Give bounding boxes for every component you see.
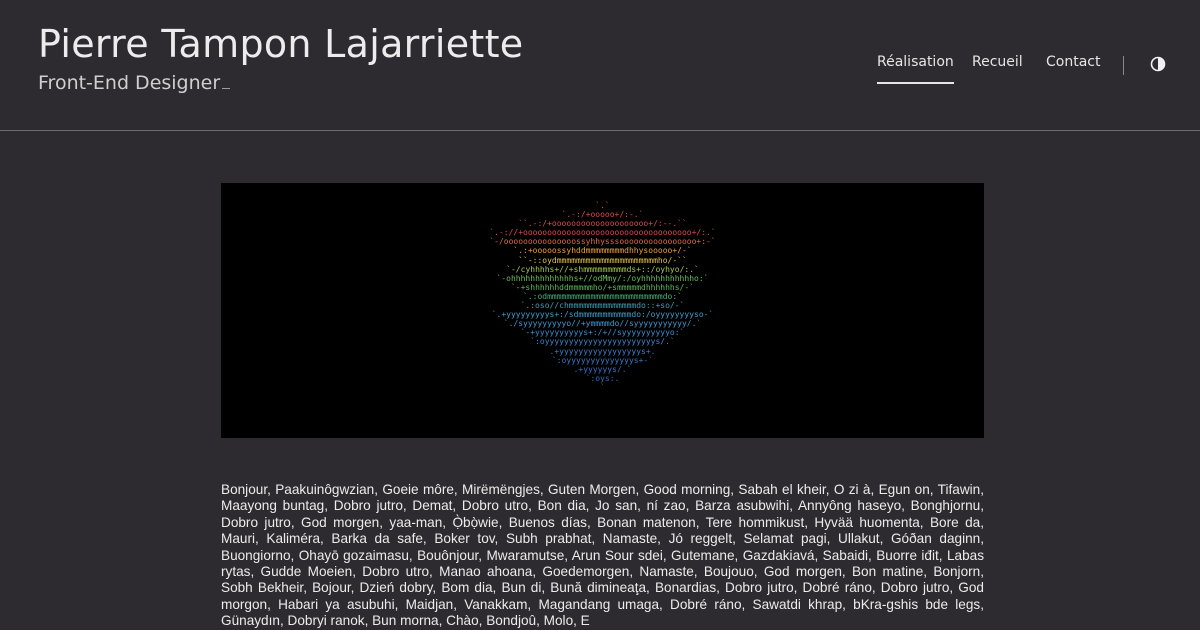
- ascii-line: `-ohhhhhhhhhhhhhs+//odMmy/:/oyhhhhhhhhhh…: [496, 273, 709, 283]
- main-nav: Réalisation Recueil Contact: [0, 54, 1200, 84]
- ascii-line: `-/cyhhhhs+//+shmmmmmmmmmds+::/oyhyo/:.`: [506, 264, 699, 274]
- ascii-line: .+yyyyyys/.`: [573, 364, 632, 374]
- half-circle-contrast-icon: [1150, 56, 1166, 72]
- ascii-line: ``-::oydmmmmmmmmmmmmmmmmmmmmmho/-``: [518, 255, 687, 265]
- nav-link-recueil[interactable]: Recueil: [972, 54, 1023, 70]
- ascii-art: `.` `.-:/+ooooo+/:-.` ``.-:/+ooooooooooooo…: [221, 201, 984, 392]
- typing-caret: [222, 88, 231, 89]
- ascii-line: `:oyyyyyyyyyyyyyys+-`: [551, 355, 654, 365]
- nav-link-contact[interactable]: Contact: [1046, 54, 1100, 70]
- ascii-line: `.-:/+ooooo+/:-.`: [561, 210, 644, 220]
- ascii-line: `.+yyyyyyyyys+:/sdmmmmmmmmmmmdo:/oyyyyyy…: [491, 310, 714, 320]
- ascii-line: `-+shhhhhhddmmmmmho/+smmmmmdhhhhhhs/-`: [510, 282, 695, 292]
- greetings-paragraph: Bonjour, Paakuinôgwzian, Goeie môre, Mir…: [221, 482, 984, 629]
- ascii-line: `.:odmmmmmmmmmmmmmmmmmmmmmmmmdo:`: [523, 291, 682, 301]
- ascii-line: `:oyyyyyyyyyyyyyyyyyyyyyyys/.`: [530, 337, 675, 347]
- ascii-art-banner: `.` `.-:/+ooooo+/:-.` ``.-:/+ooooooooooooo…: [221, 183, 984, 438]
- ascii-line: `./syyyyyyyyyo//+ymmmmdo//syyyyyyyyyyy/.…: [503, 319, 702, 329]
- ascii-line: ``.-:/+oooooooooooooooooooo+/:--.``: [518, 219, 687, 229]
- theme-toggle-button[interactable]: [1150, 56, 1166, 72]
- ascii-line: `.:+ooooossyhddmmmmmmmmdhhysooooo+/-`: [513, 246, 692, 256]
- nav-divider: [1123, 56, 1124, 75]
- ascii-line: `.`: [595, 201, 610, 210]
- ascii-line: `.:oso//chmmmmmmmmmmmmmmdo::+so/-`: [520, 301, 685, 311]
- ascii-line: `: [600, 382, 605, 392]
- ascii-line: `.-://+ooooooooooooooooooooooooooooooooo…: [489, 228, 716, 238]
- nav-link-realisation[interactable]: Réalisation: [877, 54, 954, 84]
- ascii-line: `:oys:.: [585, 373, 620, 383]
- ascii-line: .+yyyyyyyyyyyyyyyyys+.: [549, 346, 656, 356]
